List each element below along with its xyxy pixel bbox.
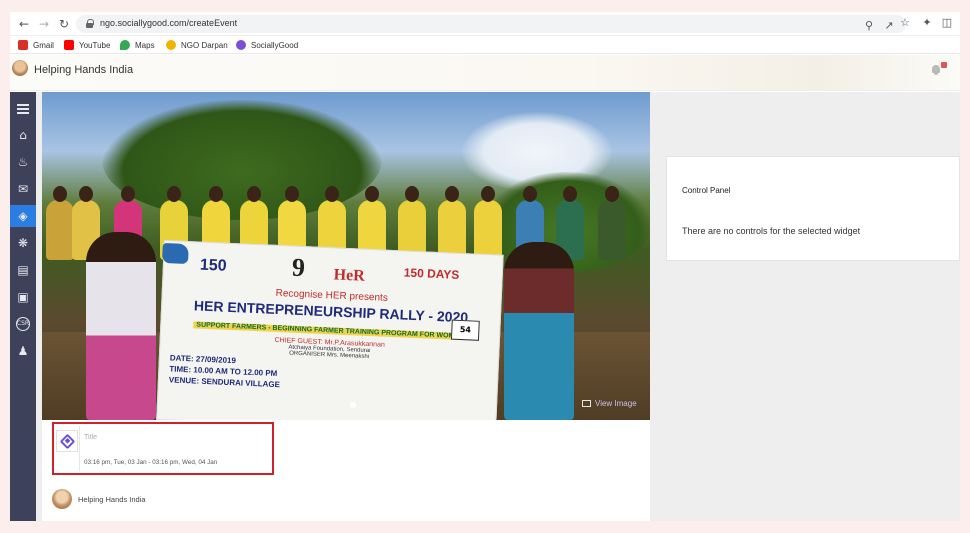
bookmark-star-icon[interactable]: ☆ [898,16,912,30]
person-shape [438,186,466,260]
org-logo[interactable] [12,60,28,76]
sidebar-item-team[interactable]: ♟ [12,340,34,362]
image-icon [582,400,591,407]
tamil-nadu-map-logo [161,242,189,265]
team-icon: ♟ [17,344,29,358]
banner-9-logo: 9 [291,252,306,283]
notification-badge [941,62,947,68]
carousel-dot[interactable] [350,402,356,408]
menu-icon [17,104,29,114]
donate-hands-icon: ♨ [17,155,29,169]
host-name: Helping Hands India [78,495,146,504]
extensions-icon[interactable]: ✦ [920,16,934,30]
sidebar-menu-toggle[interactable] [12,98,34,120]
events-icon: ◈ [18,209,28,223]
bookmark-maps[interactable]: Maps [120,39,155,51]
banner-badge: 54 [450,319,480,341]
sociallygood-logo-icon [59,433,75,449]
bookmark-ngo-darpan[interactable]: NGO Darpan [166,39,228,51]
forward-icon[interactable]: → [36,16,52,32]
back-icon[interactable]: ← [16,16,32,32]
csr-icon: CSR [16,317,30,331]
banner-150-logo: 150 [199,256,227,275]
person-shape [598,186,626,260]
lock-icon [86,19,94,28]
sidebar-item-donations[interactable]: ♨ [12,151,34,173]
youtube-icon [64,40,74,50]
volunteer-icon: ❋ [17,236,29,250]
event-details-card[interactable]: Title 03:16 pm, Tue, 03 Jan - 03:16 pm, … [52,422,274,475]
control-panel-message: There are no controls for the selected w… [682,226,861,236]
contacts-icon: ▤ [17,263,29,277]
banner-her-logo: HeR [333,266,366,285]
event-widget[interactable]: 150 9 HeR 150 DAYS Recognise HER present… [42,92,650,521]
event-time-range[interactable]: 03:16 pm, Tue, 03 Jan - 03:16 pm, Wed, 0… [84,459,217,466]
search-icon[interactable]: ⚲ [862,19,876,33]
sidebar-item-home[interactable]: ⌂ [12,124,34,146]
main-area: 150 9 HeR 150 DAYS Recognise HER present… [36,92,960,521]
campaign-icon: ✉ [17,182,29,196]
org-title[interactable]: Helping Hands India [34,64,133,76]
address-bar-row: ← → ↻ ngo.sociallygood.com/createEvent ⚲… [10,12,960,36]
sociallygood-icon [236,40,246,50]
person-shape [474,186,502,260]
divider [79,426,80,471]
view-image-button[interactable]: View Image [582,399,637,408]
home-icon: ⌂ [19,128,27,142]
event-hero-image[interactable]: 150 9 HeR 150 DAYS Recognise HER present… [42,92,650,420]
banner-150-days: 150 DAYS [403,265,460,282]
app-header: Helping Hands India [10,55,960,91]
control-panel-title: Control Panel [682,186,731,195]
bookmark-sociallygood[interactable]: SociallyGood [236,39,298,51]
girl-figure [504,242,574,420]
sidebar-item-campaigns[interactable]: ✉ [12,178,34,200]
bell-icon[interactable] [931,64,941,76]
event-title-field[interactable]: Title [84,434,97,441]
ngo-darpan-icon [166,40,176,50]
transport-icon: ▣ [17,290,29,304]
bookmark-youtube[interactable]: YouTube [64,39,110,51]
sidebar-item-csr[interactable]: CSR [12,313,34,335]
bookmark-gmail[interactable]: Gmail [18,39,54,51]
browser-window: ← → ↻ ngo.sociallygood.com/createEvent ⚲… [10,12,960,521]
sidebar-item-events[interactable]: ◈ [10,205,36,227]
maps-icon [120,40,130,50]
event-logo [56,430,78,452]
url-text[interactable]: ngo.sociallygood.com/createEvent [100,18,237,28]
share-icon[interactable]: ↗ [882,19,896,33]
gmail-icon [18,40,28,50]
bookmarks-bar: Gmail YouTube Maps NGO Darpan SociallyGo… [10,36,960,54]
control-panel: Control Panel There are no controls for … [666,156,960,261]
reload-icon[interactable]: ↻ [56,16,72,32]
sidebar-item-volunteers[interactable]: ❋ [12,232,34,254]
person-shape [46,186,74,260]
side-panel-icon[interactable]: ◫ [940,16,954,30]
sidebar: ⌂ ♨ ✉ ◈ ❋ ▤ ▣ CSR ♟ [10,92,36,521]
address-bar[interactable]: ngo.sociallygood.com/createEvent ⚲ ↗ [76,15,906,33]
girl-figure [86,232,156,420]
sidebar-item-transport[interactable]: ▣ [12,286,34,308]
sidebar-item-contacts[interactable]: ▤ [12,259,34,281]
host-avatar [52,489,72,509]
rally-banner: 150 9 HeR 150 DAYS Recognise HER present… [156,240,504,420]
